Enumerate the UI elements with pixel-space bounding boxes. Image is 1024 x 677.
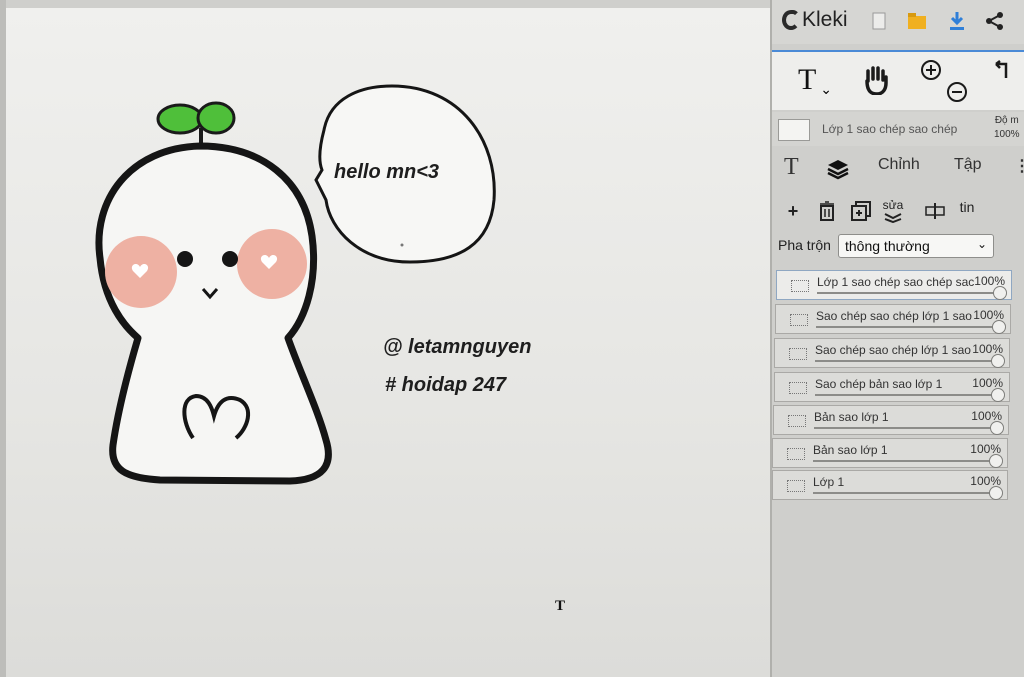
opacity-slider-knob[interactable] — [989, 486, 1003, 500]
drawing-canvas[interactable]: hello mn<3 @ letamnguyen # hoidap 247 T — [0, 0, 770, 677]
opacity-slider-track — [813, 492, 993, 494]
share-icon[interactable] — [984, 10, 1006, 32]
undo-icon — [995, 60, 1008, 78]
tab-layers[interactable] — [826, 158, 850, 185]
more-icon[interactable]: ⋮ — [1014, 156, 1024, 176]
layer-name: Lớp 1 — [813, 475, 845, 489]
duplicate-layer-button[interactable] — [848, 198, 874, 224]
text-cursor: T — [555, 598, 566, 614]
layer-thumb-icon — [789, 382, 807, 394]
speech-text: hello mn<3 — [334, 161, 440, 183]
layer-name: Sao chép bản sao lớp 1 — [815, 377, 943, 391]
delete-layer-button[interactable] — [814, 198, 840, 224]
hand-icon — [865, 66, 888, 95]
opacity-slider-track — [814, 427, 994, 429]
layer-opacity-info: Độ m 100% — [994, 114, 1020, 142]
merge-layer-button[interactable]: sửa — [880, 198, 906, 224]
hand-tool-button[interactable] — [858, 60, 894, 100]
layer-thumb-icon — [787, 480, 805, 492]
credit-hashtag: # hoidap 247 — [385, 374, 507, 396]
tab-file[interactable]: Tập — [954, 156, 982, 174]
tab-edit[interactable]: Chỉnh — [878, 156, 920, 174]
blend-mode-value: thông thường — [845, 238, 930, 254]
opacity-slider-track — [815, 394, 995, 396]
app-name: Kleki — [802, 8, 848, 31]
blend-mode-label: Pha trộn — [778, 237, 831, 253]
side-panel: Kleki T ⌄ Lớp 1 sao chép sao chép Độ m 1… — [770, 0, 1024, 677]
panel-tabs: T Chỉnh Tập ⋮ — [772, 150, 1024, 186]
undo-button[interactable] — [990, 58, 1016, 84]
plus-icon: + — [787, 200, 799, 221]
layer-thumb-icon — [787, 448, 805, 460]
layer-name: Sao chép sao chép lớp 1 sao — [816, 309, 972, 323]
merge-label: sửa — [882, 198, 904, 212]
opacity-value: 100% — [994, 129, 1020, 140]
opacity-slider-knob[interactable] — [991, 354, 1005, 368]
trash-icon — [820, 201, 834, 221]
opacity-slider-track — [813, 460, 993, 462]
opacity-slider-knob[interactable] — [990, 421, 1004, 435]
bubble-dot — [400, 243, 404, 247]
layer-thumb-icon — [791, 280, 809, 292]
zoom-in-icon — [921, 60, 941, 80]
layer-row[interactable]: Lớp 1 100% — [772, 470, 1008, 500]
merge-icon — [884, 213, 902, 223]
layer-row[interactable]: Sao chép sao chép lớp 1 sao 100% — [775, 304, 1011, 334]
folder-icon[interactable] — [906, 10, 928, 32]
credit-author: @ letamnguyen — [383, 336, 532, 358]
layer-name: Lớp 1 sao chép sao chép sac — [817, 275, 975, 289]
text-tool-button[interactable]: T ⌄ — [790, 60, 840, 100]
layer-actions: + sửa tin — [772, 192, 1024, 228]
layer-row[interactable]: Sao chép sao chép lớp 1 sao 100% — [774, 338, 1010, 368]
sprout-leaf-right — [196, 101, 236, 135]
info-label: tin — [959, 199, 975, 215]
new-document-icon[interactable] — [868, 10, 890, 32]
layer-row[interactable]: Lớp 1 sao chép sao chép sac 100% — [776, 270, 1012, 300]
opacity-slider-knob[interactable] — [992, 320, 1006, 334]
text-tool-label: T — [797, 63, 817, 96]
app-topbar: Kleki — [772, 0, 1024, 44]
layer-name: Bản sao lớp 1 — [813, 443, 888, 457]
opacity-slider-knob[interactable] — [989, 454, 1003, 468]
download-icon[interactable] — [946, 10, 968, 32]
layer-row[interactable]: Bản sao lớp 1 100% — [773, 405, 1009, 435]
opacity-slider-track — [815, 360, 995, 362]
opacity-slider-knob[interactable] — [991, 388, 1005, 402]
tool-row: T ⌄ — [772, 50, 1024, 110]
zoom-out-icon — [947, 82, 967, 102]
rename-icon — [925, 203, 945, 219]
sprout-leaf-left — [156, 103, 204, 135]
layer-row[interactable]: Bản sao lớp 1 100% — [772, 438, 1008, 468]
layer-thumbnail — [778, 119, 810, 141]
layers-icon — [827, 160, 849, 180]
opacity-slider-knob[interactable] — [993, 286, 1007, 300]
zoom-in-button[interactable] — [918, 58, 944, 82]
layer-thumb-icon — [788, 415, 806, 427]
zoom-out-button[interactable] — [944, 80, 970, 104]
opacity-slider-track — [817, 292, 997, 294]
kleki-logo-icon — [782, 10, 800, 30]
eye-left — [177, 251, 193, 267]
eye-right — [222, 251, 238, 267]
layer-thumb-icon — [789, 348, 807, 360]
add-layer-button[interactable]: + — [780, 198, 806, 224]
layer-thumb-icon — [790, 314, 808, 326]
character-body — [95, 142, 332, 485]
blend-mode-select[interactable]: thông thường ⌄ — [838, 234, 994, 258]
opacity-label: Độ m — [994, 115, 1019, 126]
opacity-slider-track — [816, 326, 996, 328]
layer-name: Sao chép sao chép lớp 1 sao — [815, 343, 971, 357]
duplicate-icon — [851, 201, 871, 221]
active-layer-name: Lớp 1 sao chép sao chép sa — [822, 122, 957, 136]
tool-caret-icon: ⌄ — [820, 80, 833, 97]
layer-row[interactable]: Sao chép bản sao lớp 1 100% — [774, 372, 1010, 402]
app-logo[interactable]: Kleki — [782, 8, 848, 32]
layer-name: Bản sao lớp 1 — [814, 410, 889, 424]
active-layer-header: Lớp 1 sao chép sao chép sa Độ m 100% — [772, 112, 1024, 146]
chevron-down-icon: ⌄ — [976, 237, 987, 251]
rename-layer-button[interactable] — [922, 198, 948, 224]
tab-text[interactable]: T — [784, 154, 799, 181]
